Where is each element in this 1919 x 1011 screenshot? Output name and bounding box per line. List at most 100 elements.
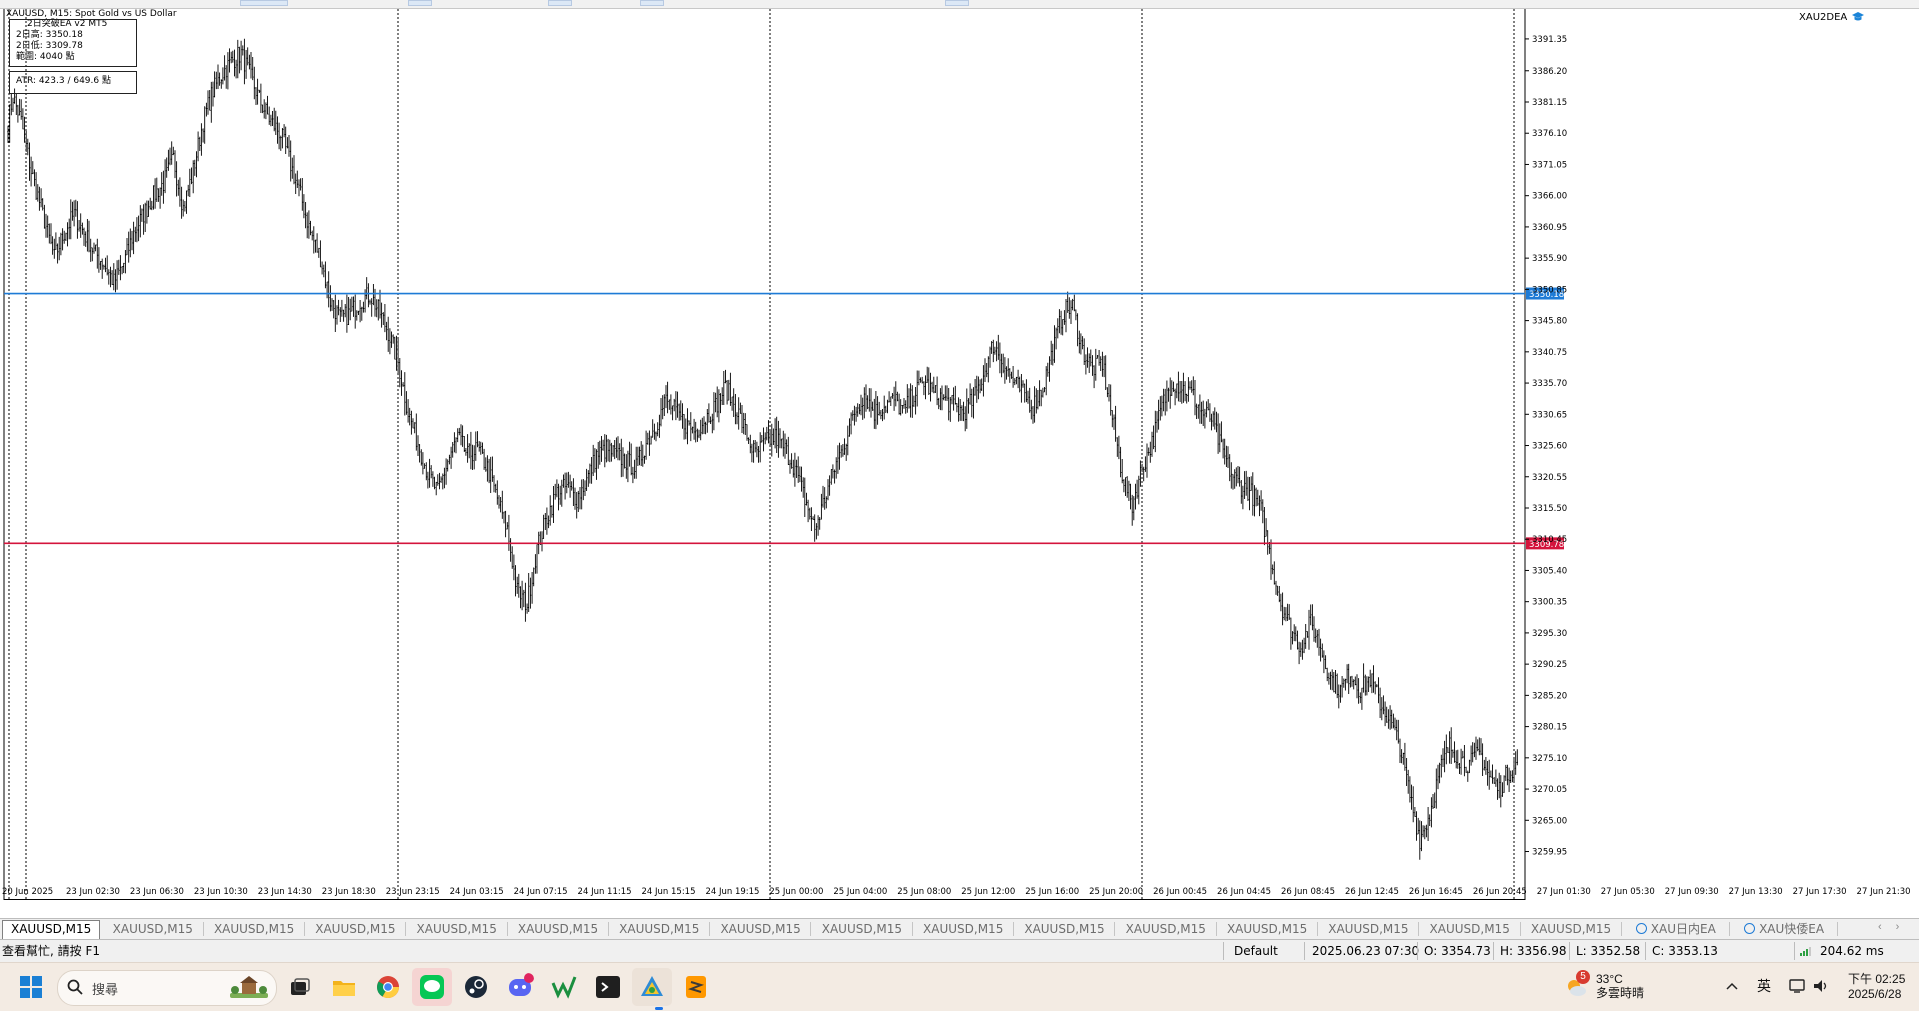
task-view-icon[interactable] xyxy=(286,973,314,1001)
toolbar-tab-marker[interactable] xyxy=(240,0,288,6)
candle xyxy=(954,385,956,405)
candle xyxy=(275,110,277,135)
clock-date[interactable]: 2025/6/28 xyxy=(1848,987,1901,1001)
chrome-icon[interactable] xyxy=(374,973,402,1001)
chart-tab[interactable]: XAUUSD,M15 xyxy=(1521,921,1622,937)
stock-app-icon[interactable] xyxy=(550,973,578,1001)
toolbar-tab-marker[interactable] xyxy=(548,0,572,6)
tab-scroll-arrows[interactable]: ‹› xyxy=(1878,921,1913,933)
candle xyxy=(718,389,720,423)
candle xyxy=(288,135,290,157)
chart-tab[interactable]: XAUUSD,M15 xyxy=(913,921,1014,937)
candle xyxy=(1105,355,1107,390)
volume-icon[interactable] xyxy=(1813,979,1829,993)
candle xyxy=(220,79,222,89)
candle xyxy=(893,386,895,411)
candle xyxy=(1260,490,1262,511)
chart-tab[interactable]: XAUUSD,M15 xyxy=(406,921,507,937)
chart-tab[interactable]: XAUUSD,M15 xyxy=(1115,921,1216,937)
candle xyxy=(1138,475,1140,505)
candle xyxy=(430,465,432,479)
chart-tab[interactable]: XAUUSD,M15 xyxy=(508,921,609,937)
candle xyxy=(574,487,576,510)
chart-tab[interactable]: XAU快倭EA xyxy=(1730,921,1838,937)
candle xyxy=(594,448,596,473)
candle xyxy=(75,199,77,217)
metatrader-icon[interactable] xyxy=(638,973,666,1001)
chart-tab[interactable]: XAUUSD,M15 xyxy=(1419,921,1520,937)
candle xyxy=(612,445,614,457)
candle xyxy=(346,294,348,333)
chart-tab[interactable]: XAUUSD,M15 xyxy=(710,921,811,937)
chart-tab[interactable]: XAUUSD,M15 xyxy=(1217,921,1318,937)
clock-time[interactable]: 下午 02:25 xyxy=(1848,972,1905,986)
ime-indicator[interactable]: 英 xyxy=(1757,979,1771,993)
chart-tab-label: XAU快倭EA xyxy=(1759,922,1825,936)
candle xyxy=(521,580,523,611)
toolbar-tab-marker[interactable] xyxy=(408,0,432,6)
candle xyxy=(501,490,503,519)
chart-tab[interactable]: XAUUSD,M15 xyxy=(305,921,406,937)
candle xyxy=(961,405,963,421)
graduation-cap-icon[interactable] xyxy=(1851,11,1865,23)
chevron-up-icon[interactable] xyxy=(1726,981,1738,991)
candle xyxy=(175,161,178,197)
chart-tab[interactable]: XAUUSD,M15 xyxy=(811,921,912,937)
candle xyxy=(1146,443,1148,478)
candle xyxy=(853,405,856,426)
candle xyxy=(291,157,293,179)
candle xyxy=(1167,387,1170,402)
candle xyxy=(504,510,507,538)
candle xyxy=(1048,356,1051,382)
candle xyxy=(486,455,489,482)
terminal-icon[interactable] xyxy=(594,973,622,1001)
candle xyxy=(557,483,560,511)
candle xyxy=(1002,353,1004,374)
candle xyxy=(460,424,462,446)
toolbar-tab-marker[interactable] xyxy=(640,0,664,6)
candle xyxy=(356,310,358,321)
network-icon[interactable] xyxy=(1789,979,1805,993)
weather-badge: 5 xyxy=(1576,970,1590,984)
candle xyxy=(976,375,978,403)
candle xyxy=(1392,713,1395,729)
connection-bars-icon[interactable] xyxy=(1800,946,1812,956)
candle xyxy=(190,167,193,185)
candle xyxy=(1113,414,1115,430)
file-explorer-icon[interactable] xyxy=(330,973,358,1001)
chart-tab-active[interactable]: XAUUSD,M15 xyxy=(2,920,101,939)
chart-tab[interactable]: XAUUSD,M15 xyxy=(1014,921,1115,937)
chart-tab[interactable]: XAUUSD,M15 xyxy=(1318,921,1419,937)
candle xyxy=(746,424,748,441)
candle xyxy=(734,394,737,425)
candle xyxy=(387,316,389,352)
chart-tab[interactable]: XAUUSD,M15 xyxy=(204,921,305,937)
candle xyxy=(1169,377,1171,409)
candle xyxy=(91,247,93,262)
candle xyxy=(805,492,808,506)
windows-start-icon[interactable] xyxy=(20,976,42,998)
candle xyxy=(620,438,622,478)
chart-canvas[interactable]: 3350.183309.783391.353386.203381.153376.… xyxy=(0,9,1919,900)
line-app-icon[interactable] xyxy=(418,973,446,1001)
candle xyxy=(63,230,65,244)
chart-tab[interactable]: XAUUSD,M15 xyxy=(609,921,710,937)
candle xyxy=(827,479,829,501)
toolbar-tab-marker[interactable] xyxy=(945,0,969,6)
chart-tab[interactable]: XAU日内EA xyxy=(1622,921,1730,937)
candle xyxy=(78,220,80,232)
candle xyxy=(657,422,659,437)
candle xyxy=(1263,507,1266,546)
chart-tab[interactable]: XAUUSD,M15 xyxy=(102,921,203,937)
sublime-text-icon[interactable] xyxy=(682,973,710,1001)
candle xyxy=(1323,650,1325,674)
candle xyxy=(1495,769,1497,787)
discord-icon[interactable] xyxy=(506,973,534,1001)
candle xyxy=(461,425,464,447)
candle xyxy=(875,391,877,430)
candle xyxy=(61,228,64,251)
candle xyxy=(66,222,69,247)
price-chart[interactable]: 3350.18 3309.78 3391.35 3386.20 3381.15 3376.… xyxy=(0,9,1919,900)
steam-icon[interactable] xyxy=(462,973,490,1001)
candle xyxy=(519,586,522,609)
